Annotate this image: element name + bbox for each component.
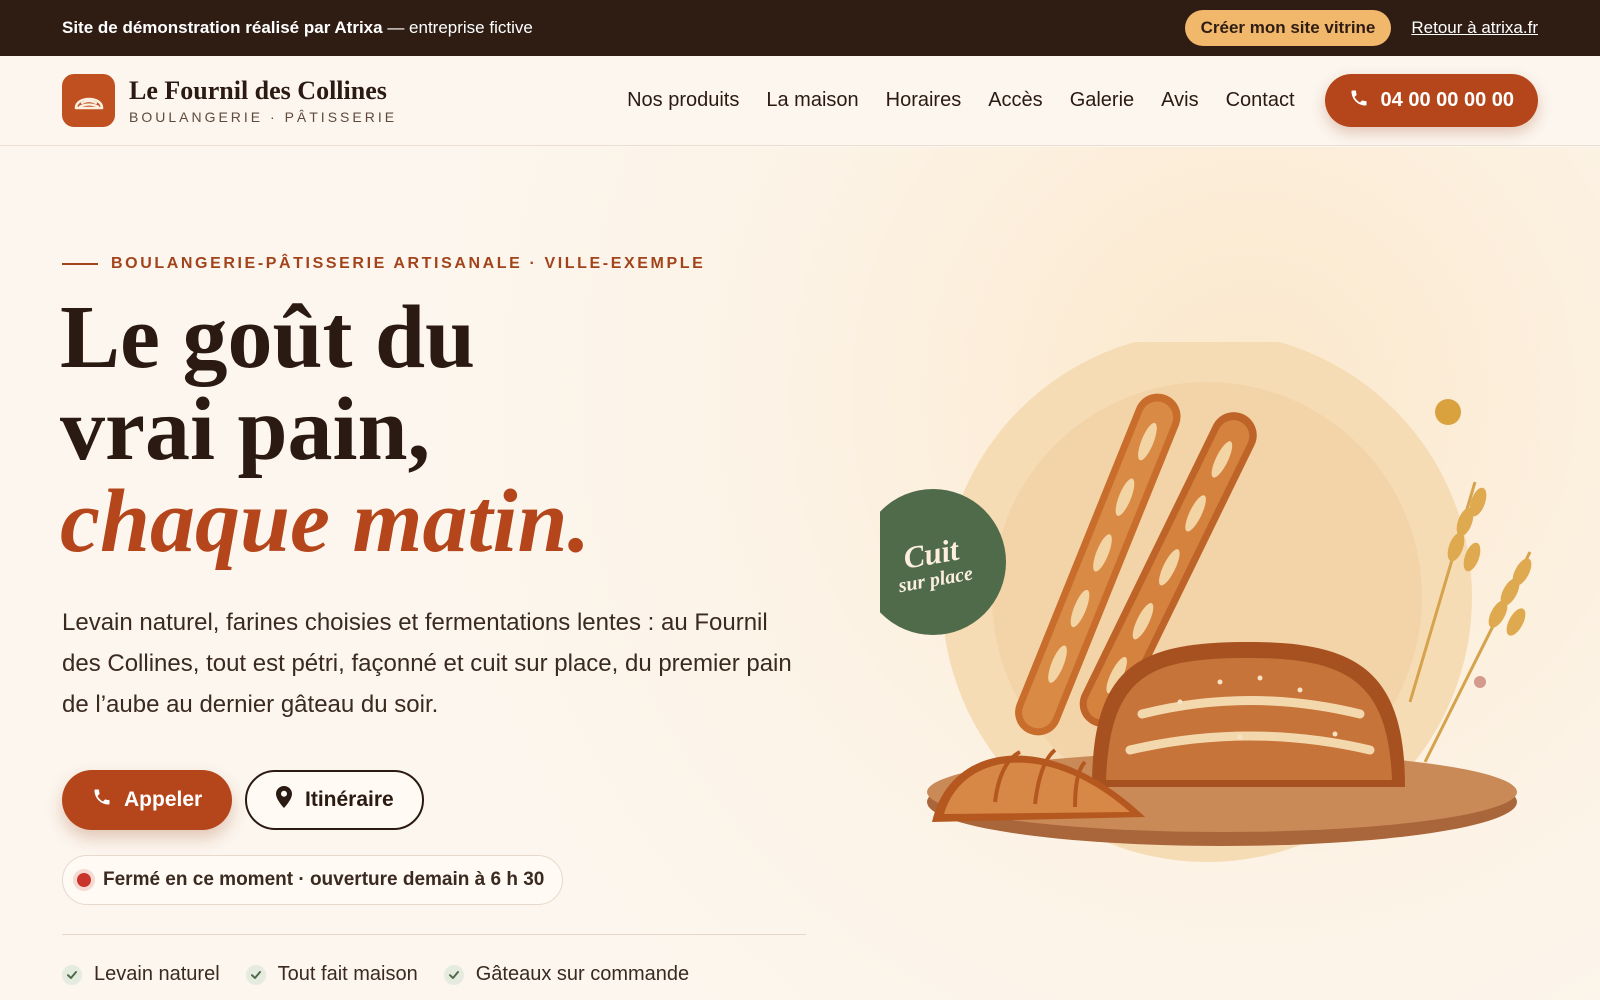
- eyebrow-text: BOULANGERIE-PÂTISSERIE ARTISANALE · VILL…: [111, 255, 706, 272]
- bread-illustration: Cuit sur place: [860, 332, 1560, 902]
- nav-gallery[interactable]: Galerie: [1070, 89, 1134, 112]
- eyebrow-rule: [62, 263, 98, 265]
- directions-button-label: Itinéraire: [305, 788, 394, 811]
- nav-reviews[interactable]: Avis: [1161, 89, 1198, 112]
- nav-house[interactable]: La maison: [766, 89, 858, 112]
- hero-lede: Levain naturel, farines choisies et ferm…: [62, 609, 792, 718]
- headline-line1: Le goût du: [60, 288, 476, 387]
- back-to-atrixa-link[interactable]: Retour à atrixa.fr: [1411, 18, 1538, 38]
- feature-label: Gâteaux sur commande: [475, 963, 690, 985]
- demo-notice: Site de démonstration réalisé par Atrixa…: [62, 18, 533, 38]
- feature-label: Levain naturel: [94, 963, 220, 985]
- phone-button[interactable]: 04 00 00 00 00: [1324, 74, 1538, 127]
- brand-tagline: BOULANGERIE · PÂTISSERIE: [129, 108, 398, 125]
- hero-eyebrow: BOULANGERIE-PÂTISSERIE ARTISANALE · VILL…: [62, 255, 705, 273]
- badge-text: Cuit sur place: [848, 480, 1017, 649]
- opening-status: Fermé en ce moment · ouverture demain à …: [62, 855, 564, 905]
- demo-notice-rest: — entreprise fictive: [382, 18, 533, 37]
- status-dot: [77, 873, 91, 887]
- call-button[interactable]: Appeler: [62, 770, 233, 830]
- check-icon: [62, 964, 82, 985]
- directions-button[interactable]: Itinéraire: [245, 770, 424, 830]
- demo-notice-strong: Site de démonstration réalisé par Atrixa: [62, 18, 383, 37]
- brand-name: Le Fournil des Collines: [129, 75, 387, 105]
- phone-icon: [1349, 88, 1369, 114]
- check-icon: [245, 964, 266, 985]
- demo-banner: Site de démonstration réalisé par Atrixa…: [0, 0, 1600, 56]
- bread-logo-icon: [62, 74, 115, 127]
- feature-item: Gâteaux sur commande: [443, 963, 690, 986]
- divider: [62, 934, 806, 935]
- nav-products[interactable]: Nos produits: [627, 89, 739, 112]
- location-pin-icon: [275, 786, 293, 814]
- status-text: Fermé en ce moment · ouverture demain à …: [103, 869, 545, 890]
- nav-access[interactable]: Accès: [988, 89, 1042, 112]
- main-nav: Nos produits La maison Horaires Accès Ga…: [627, 89, 1294, 112]
- check-icon: [443, 964, 464, 985]
- brand[interactable]: Le Fournil des Collines BOULANGERIE · PÂ…: [62, 74, 397, 127]
- nav-hours[interactable]: Horaires: [886, 89, 962, 112]
- create-site-button[interactable]: Créer mon site vitrine: [1184, 10, 1392, 46]
- phone-number: 04 00 00 00 00: [1380, 89, 1514, 111]
- feature-label: Tout fait maison: [277, 963, 418, 985]
- feature-list: Levain naturel Tout fait maison Gâteaux …: [62, 963, 689, 986]
- phone-icon: [92, 787, 112, 813]
- site-header: Le Fournil des Collines BOULANGERIE · PÂ…: [0, 56, 1600, 146]
- hero-headline: Le goût du vrai pain, chaque matin.: [60, 292, 590, 568]
- feature-item: Tout fait maison: [245, 963, 418, 986]
- hero-section: BOULANGERIE-PÂTISSERIE ARTISANALE · VILL…: [0, 147, 1600, 1000]
- feature-item: Levain naturel: [62, 963, 220, 986]
- headline-line2: vrai pain,: [60, 380, 431, 479]
- nav-contact[interactable]: Contact: [1226, 89, 1295, 112]
- headline-accent: chaque matin.: [60, 472, 591, 571]
- call-button-label: Appeler: [124, 788, 203, 811]
